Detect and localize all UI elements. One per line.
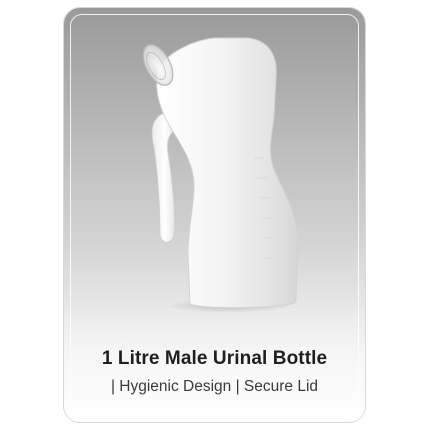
page-frame: 1 Litre Male Urinal Bottle | Hygienic De… — [0, 0, 430, 430]
product-card: 1 Litre Male Urinal Bottle | Hygienic De… — [64, 8, 365, 422]
product-title: 1 Litre Male Urinal Bottle — [101, 348, 328, 369]
product-features: | Hygienic Design | Secure Lid — [110, 378, 319, 395]
